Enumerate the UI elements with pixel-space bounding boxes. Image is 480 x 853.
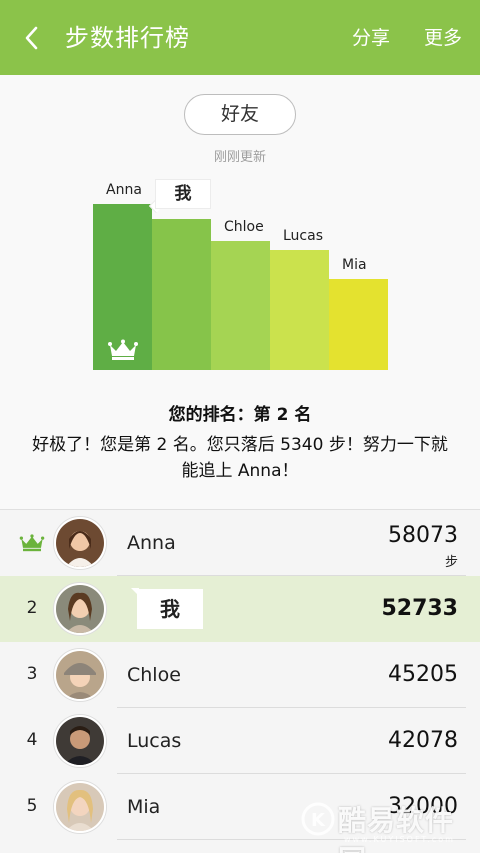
back-button[interactable] <box>14 20 50 56</box>
crown-icon <box>108 339 138 360</box>
chevron-left-icon <box>25 26 38 50</box>
bar-label: Anna <box>106 182 142 198</box>
watermark-url: www.KUYISOFT.com <box>344 835 455 844</box>
app-bar: 步数排行榜 分享 更多 <box>0 0 480 75</box>
user-name: Lucas <box>127 730 182 752</box>
avatar <box>54 715 106 767</box>
crown-icon <box>19 534 45 552</box>
watermark: K 酷易软件园 www.KUYISOFT.com <box>300 793 480 853</box>
bar-label: Mia <box>342 257 367 273</box>
page-title: 步数排行榜 <box>65 24 190 52</box>
step-count: 52733 <box>381 596 458 621</box>
more-button[interactable]: 更多 <box>424 25 462 51</box>
ranking-row-anna[interactable]: Anna 58073 步 <box>0 510 480 576</box>
update-status: 刚刚更新 <box>213 150 266 165</box>
chart-bar <box>329 279 388 370</box>
avatar <box>54 583 106 635</box>
bar-label: Chloe <box>224 219 264 235</box>
rank-message: 好极了！您是第 2 名。您只落后 5340 步！努力一下就能追上 Anna！ <box>32 435 448 481</box>
rank-number: 3 <box>26 664 38 684</box>
step-unit: 步 <box>444 555 458 570</box>
step-count: 45205 <box>388 662 458 687</box>
step-count: 42078 <box>388 728 458 753</box>
avatar <box>54 649 106 701</box>
friends-filter-button[interactable]: 好友 <box>184 94 296 135</box>
rank-title: 您的排名：第 2 名 <box>168 405 312 425</box>
user-name: Chloe <box>127 664 181 686</box>
ranking-row-lucas[interactable]: 4 Lucas 42078 <box>0 708 480 774</box>
user-name: Anna <box>127 532 176 554</box>
chart-bar <box>152 219 211 370</box>
me-chart-label: 我 <box>155 179 211 209</box>
watermark-brand: 酷易软件园 <box>338 804 455 853</box>
ranking-row-chloe[interactable]: 3 Chloe 45205 <box>0 642 480 708</box>
rank-number: 2 <box>26 598 38 618</box>
chart-bar <box>211 241 270 370</box>
me-badge: 我 <box>137 589 203 629</box>
avatar <box>54 517 106 569</box>
chart-bar <box>270 250 329 370</box>
bar-label: Lucas <box>283 228 323 244</box>
rank-number: 4 <box>26 730 38 750</box>
svg-text:K: K <box>311 810 326 831</box>
ranking-row-me[interactable]: 2 我 52733 <box>0 576 480 642</box>
step-count: 58073 <box>388 523 458 548</box>
share-button[interactable]: 分享 <box>352 25 390 51</box>
user-name: Mia <box>127 796 161 818</box>
avatar <box>54 781 106 833</box>
rank-number: 5 <box>26 796 38 816</box>
